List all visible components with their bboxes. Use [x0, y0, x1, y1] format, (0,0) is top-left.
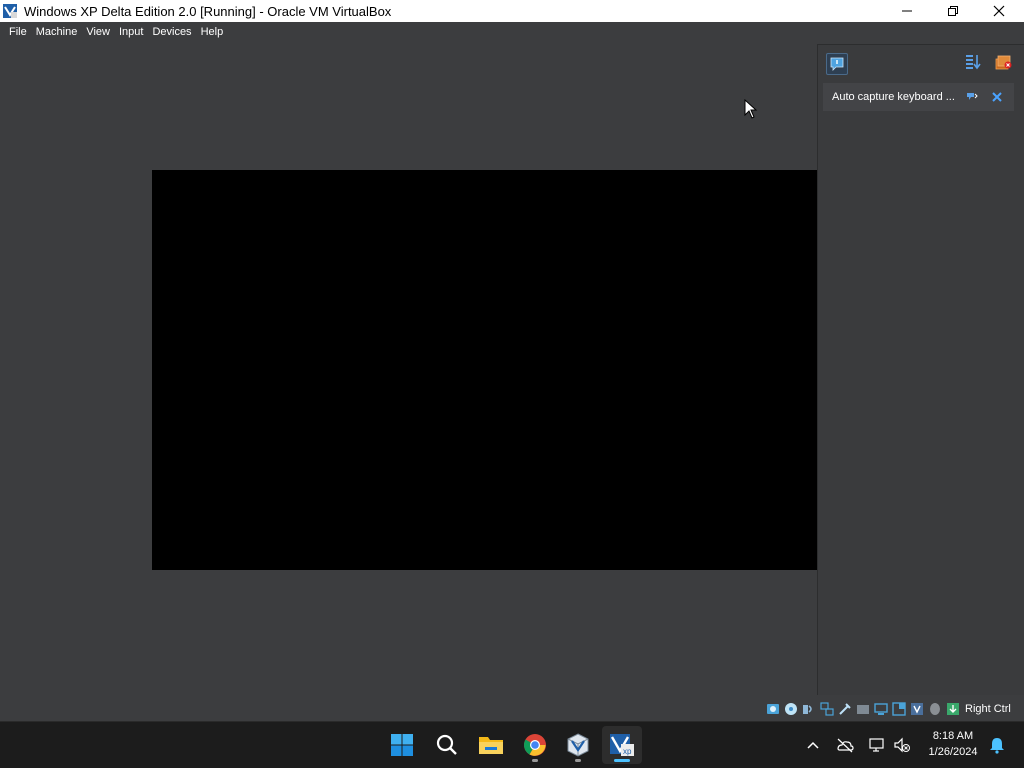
system-clock[interactable]: 8:18 AM 1/26/2024: [920, 728, 986, 760]
close-icon[interactable]: [991, 91, 1003, 103]
notification-center-icon: [830, 57, 844, 71]
windows-xp-vm-button[interactable]: xp: [602, 726, 642, 764]
window-title: Windows XP Delta Edition 2.0 [Running] -…: [24, 3, 392, 19]
restore-button[interactable]: [930, 0, 976, 22]
network-icon[interactable]: [868, 736, 886, 754]
volume-muted-icon[interactable]: [893, 736, 911, 754]
notification-item[interactable]: Auto capture keyboard ...: [823, 83, 1014, 111]
notification-bell-icon[interactable]: [988, 736, 1006, 754]
running-indicator: [532, 759, 538, 762]
notification-center-toggle[interactable]: [826, 53, 848, 75]
menu-help[interactable]: Help: [198, 26, 230, 38]
mouse-integration-icon[interactable]: [928, 702, 942, 716]
search-button[interactable]: [427, 726, 467, 764]
display-icon[interactable]: [874, 702, 888, 716]
mouse-cursor-icon: [744, 99, 758, 119]
clear-all-icon[interactable]: [994, 53, 1012, 71]
svg-text:xp: xp: [623, 747, 632, 756]
windows-xp-vm-icon: xp: [610, 734, 634, 756]
keyboard-capture-icon[interactable]: [946, 702, 960, 716]
show-hidden-icons-icon[interactable]: [804, 736, 822, 754]
restore-icon: [948, 6, 958, 16]
start-button[interactable]: [382, 726, 422, 764]
title-bar: Windows XP Delta Edition 2.0 [Running] -…: [0, 0, 1024, 22]
taskbar: xp 8:18 AM 1/26/2024: [0, 721, 1024, 768]
start-icon: [391, 734, 413, 756]
file-explorer-button[interactable]: [471, 726, 511, 764]
virtualbox-manager-icon: [567, 733, 589, 757]
menu-view[interactable]: View: [83, 26, 116, 38]
close-button[interactable]: [976, 0, 1022, 22]
virtualbox-vm-icon: [3, 4, 17, 18]
chrome-icon: [524, 734, 546, 756]
notification-center: Auto capture keyboard ...: [817, 44, 1024, 695]
virtualization-icon[interactable]: [910, 702, 924, 716]
network-icon[interactable]: [820, 702, 834, 716]
host-key-label: Right Ctrl: [965, 703, 1011, 715]
vm-display[interactable]: [152, 170, 817, 570]
minimize-button[interactable]: [884, 0, 930, 22]
menu-bar: File Machine View Input Devices Help: [0, 22, 1024, 42]
chrome-button[interactable]: [515, 726, 555, 764]
active-indicator: [614, 759, 630, 762]
vm-status-bar: Right Ctrl: [766, 699, 1011, 719]
menu-devices[interactable]: Devices: [149, 26, 197, 38]
virtualbox-manager-button[interactable]: [558, 726, 598, 764]
sort-icon[interactable]: [964, 53, 982, 71]
close-icon: [993, 5, 1005, 17]
search-icon: [436, 734, 457, 755]
clock-date: 1/26/2024: [928, 746, 978, 758]
minimize-icon: [902, 10, 912, 12]
menu-file[interactable]: File: [0, 26, 33, 38]
shared-folders-icon[interactable]: [856, 702, 870, 716]
optical-drive-icon[interactable]: [784, 702, 798, 716]
file-explorer-icon: [479, 737, 503, 754]
recording-icon[interactable]: [892, 702, 906, 716]
running-indicator: [575, 759, 581, 762]
menu-input[interactable]: Input: [116, 26, 149, 38]
audio-icon[interactable]: [802, 702, 816, 716]
onedrive-icon[interactable]: [836, 736, 854, 754]
hard-disk-icon[interactable]: [766, 702, 780, 716]
notification-text: Auto capture keyboard ...: [832, 91, 955, 103]
usb-icon[interactable]: [838, 702, 852, 716]
clock-time: 8:18 AM: [932, 730, 974, 742]
menu-machine[interactable]: Machine: [33, 26, 84, 38]
pin-icon[interactable]: [966, 91, 978, 103]
